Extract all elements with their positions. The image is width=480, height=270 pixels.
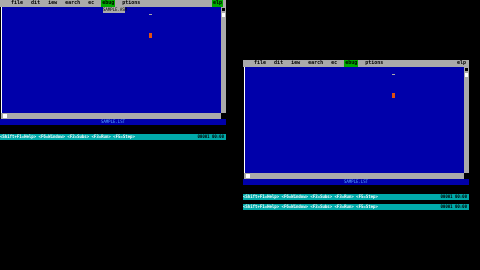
menu-view[interactable]: iew bbox=[290, 60, 301, 67]
menu-debug[interactable]: ebug bbox=[344, 60, 359, 67]
marker bbox=[149, 14, 152, 15]
scroll-up-icon[interactable] bbox=[465, 68, 468, 71]
text-cursor bbox=[149, 33, 152, 38]
menu-debug[interactable]: ebug bbox=[101, 0, 116, 7]
menu-search[interactable]: earch bbox=[64, 0, 81, 7]
menu-options[interactable]: ptions bbox=[121, 0, 141, 7]
scroll-thumb[interactable] bbox=[465, 73, 468, 77]
menu-bar: file dit iew earch ec ebug ptions elp bbox=[243, 60, 469, 67]
function-keys: <Shift+F1=Help> <F6=Window> <F2=Subs> <F… bbox=[243, 194, 378, 199]
output-title: SAMPLE.LST bbox=[243, 179, 469, 185]
menu-edit[interactable]: dit bbox=[30, 0, 41, 7]
function-key-bar: <Shift+F1=Help> <F6=Window> <F2=Subs> <F… bbox=[243, 194, 469, 200]
status-position: 00001 00:00 bbox=[197, 134, 225, 139]
menu-help[interactable]: elp bbox=[211, 0, 223, 7]
menu-options[interactable]: ptions bbox=[364, 60, 384, 67]
menu-bar: file dit iew earch ec ebug ptions elp bbox=[0, 0, 226, 7]
menu-search[interactable]: earch bbox=[307, 60, 324, 67]
menu-file[interactable]: file bbox=[10, 0, 24, 7]
editor-window-1: file dit iew earch ec ebug ptions elp SAMPLE.A… bbox=[0, 0, 226, 143]
editor-window-2: file dit iew earch ec ebug ptions elp SAMPLE.L… bbox=[243, 60, 469, 215]
scroll-up-icon[interactable] bbox=[222, 8, 225, 11]
code-area[interactable] bbox=[1, 7, 221, 113]
menu-file[interactable]: file bbox=[253, 60, 267, 67]
status-position: 00001 00:00 bbox=[440, 204, 468, 209]
vertical-scrollbar[interactable] bbox=[221, 7, 226, 113]
menu-help[interactable]: elp bbox=[457, 60, 466, 67]
function-key-bar-2: <Shift+F1=Help> <F6=Window> <F2=Subs> <F… bbox=[243, 204, 469, 210]
hscroll-thumb[interactable] bbox=[246, 174, 250, 178]
status-position: 00001 00:00 bbox=[440, 194, 468, 199]
function-keys: <Shift+F1=Help> <F6=Window> <F2=Subs> <F… bbox=[0, 134, 135, 139]
menu-exec[interactable]: ec bbox=[87, 0, 95, 7]
window-title: SAMPLE.ASM bbox=[103, 7, 128, 13]
menu-exec[interactable]: ec bbox=[330, 60, 338, 67]
function-key-bar: <Shift+F1=Help> <F6=Window> <F2=Subs> <F… bbox=[0, 134, 226, 140]
menu-edit[interactable]: dit bbox=[273, 60, 284, 67]
text-cursor bbox=[392, 93, 395, 98]
scroll-thumb[interactable] bbox=[222, 13, 225, 17]
code-area[interactable] bbox=[244, 67, 464, 173]
marker bbox=[392, 74, 395, 75]
function-keys: <Shift+F1=Help> <F6=Window> <F2=Subs> <F… bbox=[243, 204, 378, 209]
hscroll-thumb[interactable] bbox=[3, 114, 7, 118]
menu-view[interactable]: iew bbox=[47, 0, 58, 7]
vertical-scrollbar[interactable] bbox=[464, 67, 469, 173]
output-title: SAMPLE.LST bbox=[0, 119, 226, 125]
